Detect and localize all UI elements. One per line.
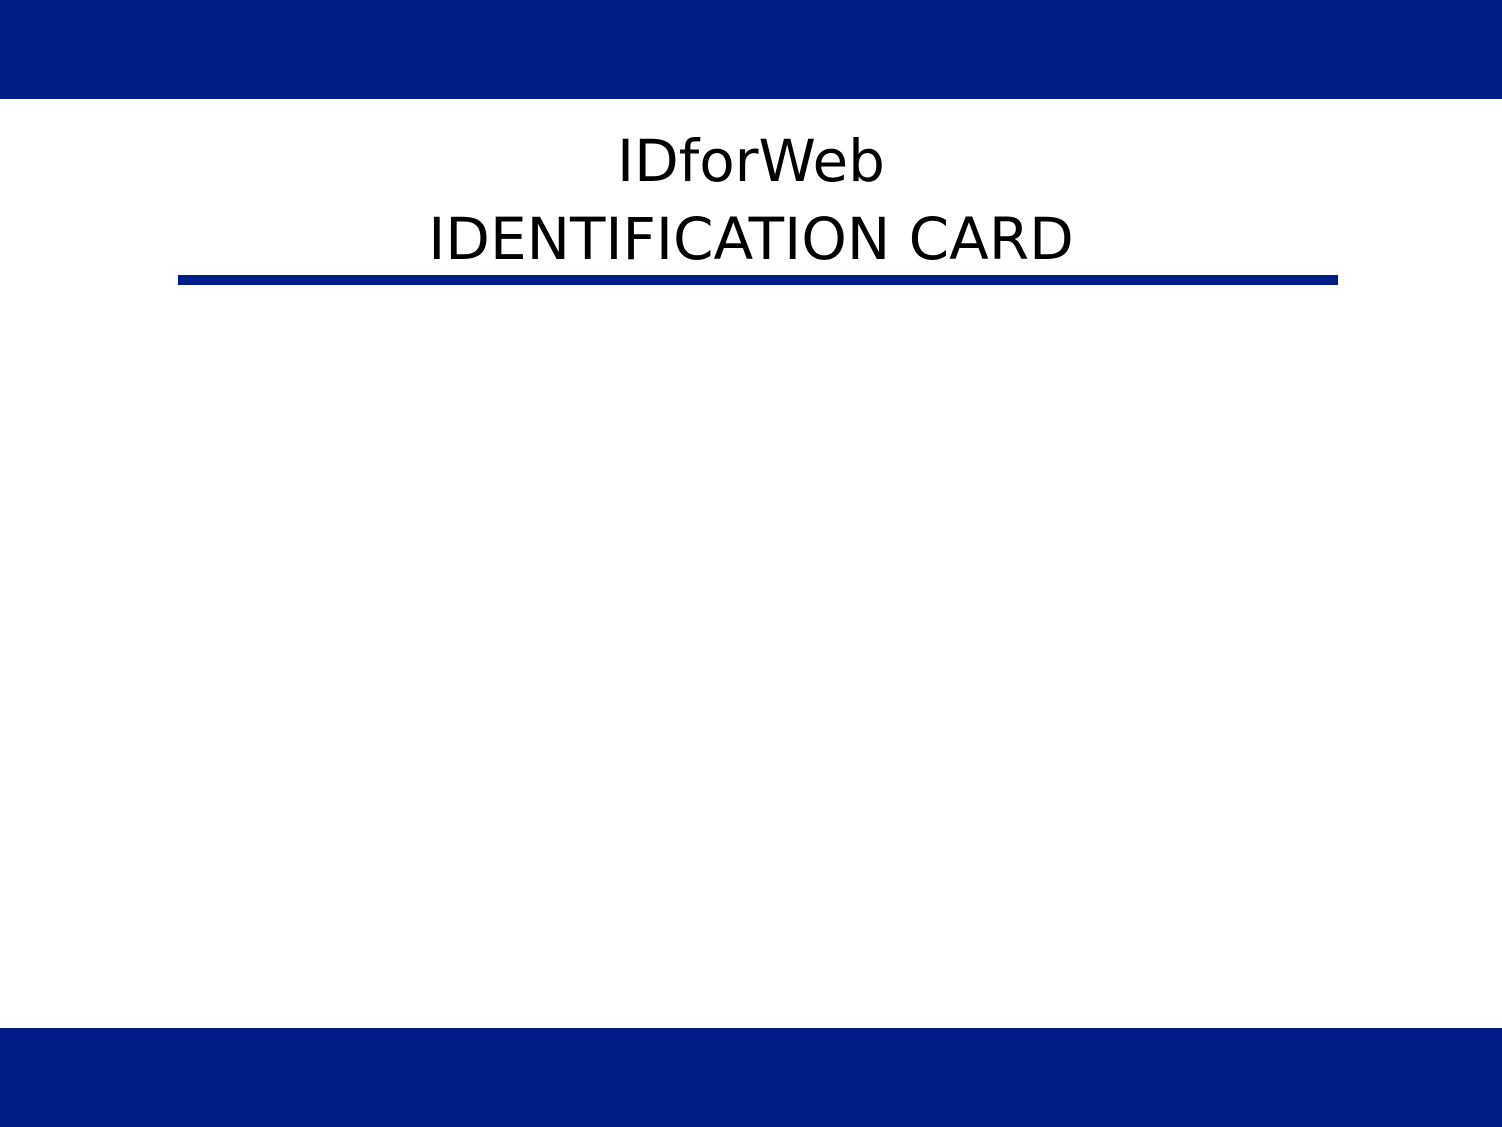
bottom-brand-band [0,1028,1502,1127]
card-title: IDENTIFICATION CARD [428,205,1074,273]
top-brand-band [0,0,1502,99]
app-name: IDforWeb [617,127,885,195]
title-underline-divider [178,275,1338,285]
id-card-page: IDforWeb IDENTIFICATION CARD [0,0,1502,1127]
card-header: IDforWeb IDENTIFICATION CARD [0,122,1502,278]
